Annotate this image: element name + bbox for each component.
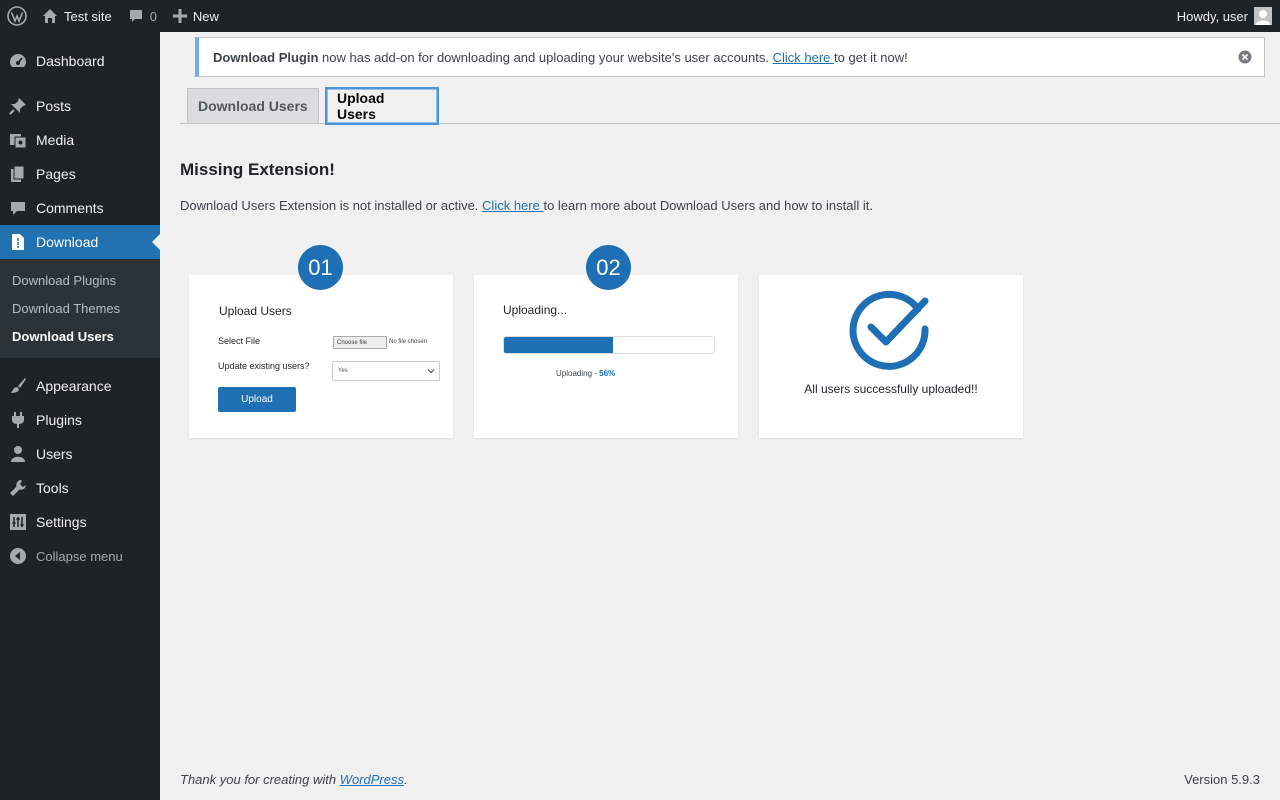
success-message: All users successfully uploaded!! [804,382,978,396]
progress-fill [504,337,614,353]
menu-label: Download [36,234,99,250]
step-badge-02: 02 [586,245,631,290]
nav-tabs: Download Users Upload Users [180,87,1280,125]
comment-icon [0,199,36,217]
dashboard-icon [0,52,36,70]
description-after: to learn more about Download Users and h… [543,198,873,213]
preview-card-success: All users successfully uploaded!! [759,275,1023,438]
submenu-download-plugins[interactable]: Download Plugins [0,266,160,294]
learn-more-link[interactable]: Click here [482,198,543,213]
wordpress-link[interactable]: WordPress [340,772,404,787]
menu-pages[interactable]: Pages [0,157,160,191]
wrench-icon [0,479,36,497]
info-notice: Download Plugin now has add-on for downl… [195,37,1265,77]
tab-upload-users[interactable]: Upload Users [325,87,439,125]
menu-posts[interactable]: Posts [0,89,160,123]
my-account-link[interactable]: Howdy, user [1169,0,1280,32]
checkmark-circle-icon [847,287,931,374]
user-icon [0,445,36,463]
footer-thanks-text: Thank you for creating with [180,772,340,787]
menu-label: Pages [36,166,76,182]
pages-icon [0,165,36,183]
notice-after: to get it now! [834,49,908,65]
admin-bar: Test site 0 New Howdy, user [0,0,1280,32]
status-text: Uploading - [556,369,600,378]
main-content: Download Plugin now has add-on for downl… [160,32,1280,800]
chevron-down-icon [427,367,435,377]
home-icon [42,8,58,24]
description-text: Download Users Extension is not installe… [180,198,483,213]
submenu-download-users[interactable]: Download Users [0,322,160,350]
footer-period: . [404,772,408,787]
preview-card-uploading: Uploading... Uploading - 56% [474,275,738,438]
upload-status: Uploading - 56% [556,369,615,378]
select-file-label: Select File [218,336,261,346]
notice-link[interactable]: Click here [773,50,834,65]
plus-icon [172,9,187,23]
pin-icon [0,97,36,115]
card-title: Uploading... [503,303,568,317]
menu-label: Tools [36,480,69,496]
menu-label: Users [36,446,73,462]
card-title: Upload Users [219,304,292,318]
select-value: Yes [338,368,348,374]
avatar [1254,7,1272,25]
choose-file-button: Choose file [333,336,387,349]
collapse-menu-button[interactable]: Collapse menu [0,539,160,573]
footer-thanks: Thank you for creating with WordPress. [180,772,408,787]
menu-media[interactable]: Media [0,123,160,157]
menu-label: Posts [36,98,72,114]
menu-label: Comments [36,200,104,216]
sliders-icon [0,513,36,531]
no-file-text: No file chosen [389,339,428,345]
menu-users[interactable]: Users [0,437,160,471]
howdy-text: Howdy, user [1176,8,1248,24]
update-select: Yes [332,361,440,381]
dismiss-icon[interactable] [1238,50,1252,64]
step-badge-01: 01 [298,245,343,290]
collapse-arrow-icon [0,548,36,564]
preview-card-upload-form: Upload Users Select File Choose file No … [189,275,453,438]
new-content-link[interactable]: New [165,0,227,32]
menu-label: Dashboard [36,53,105,69]
tab-download-users[interactable]: Download Users [187,88,319,124]
plug-icon [0,411,36,429]
menu-label: Settings [36,514,87,530]
download-submenu: Download Plugins Download Themes Downloa… [0,259,160,358]
comment-bubble-icon [128,8,144,24]
page-heading: Missing Extension! [180,160,335,179]
brush-icon [0,377,36,395]
menu-comments[interactable]: Comments [0,191,160,225]
submenu-download-themes[interactable]: Download Themes [0,294,160,322]
menu-download[interactable]: Download [0,225,160,259]
menu-dashboard[interactable]: Dashboard [0,44,160,78]
notice-bold: Download Plugin [213,49,319,65]
menu-plugins[interactable]: Plugins [0,403,160,437]
upload-button: Upload [218,387,296,412]
missing-description: Download Users Extension is not installe… [180,198,873,213]
menu-appearance[interactable]: Appearance [0,369,160,403]
update-existing-label: Update existing users? [218,361,310,371]
status-percent: 56% [599,369,616,378]
site-name: Test site [64,8,112,24]
admin-sidebar: Dashboard Posts Media Pages Comments Dow… [0,32,160,800]
progress-bar [503,336,715,354]
site-name-link[interactable]: Test site [34,0,120,32]
wordpress-logo-icon[interactable] [0,0,34,32]
comments-count: 0 [149,8,157,24]
download-file-icon [0,233,36,251]
media-icon [0,131,36,149]
collapse-label: Collapse menu [36,548,123,564]
menu-label: Plugins [36,412,82,428]
comments-link[interactable]: 0 [120,0,165,32]
new-label: New [192,8,219,24]
menu-label: Media [36,132,75,148]
menu-label: Appearance [36,378,112,394]
footer-version: Version 5.9.3 [1184,772,1260,787]
menu-tools[interactable]: Tools [0,471,160,505]
menu-settings[interactable]: Settings [0,505,160,539]
notice-text: now has add-on for downloading and uploa… [318,49,773,65]
